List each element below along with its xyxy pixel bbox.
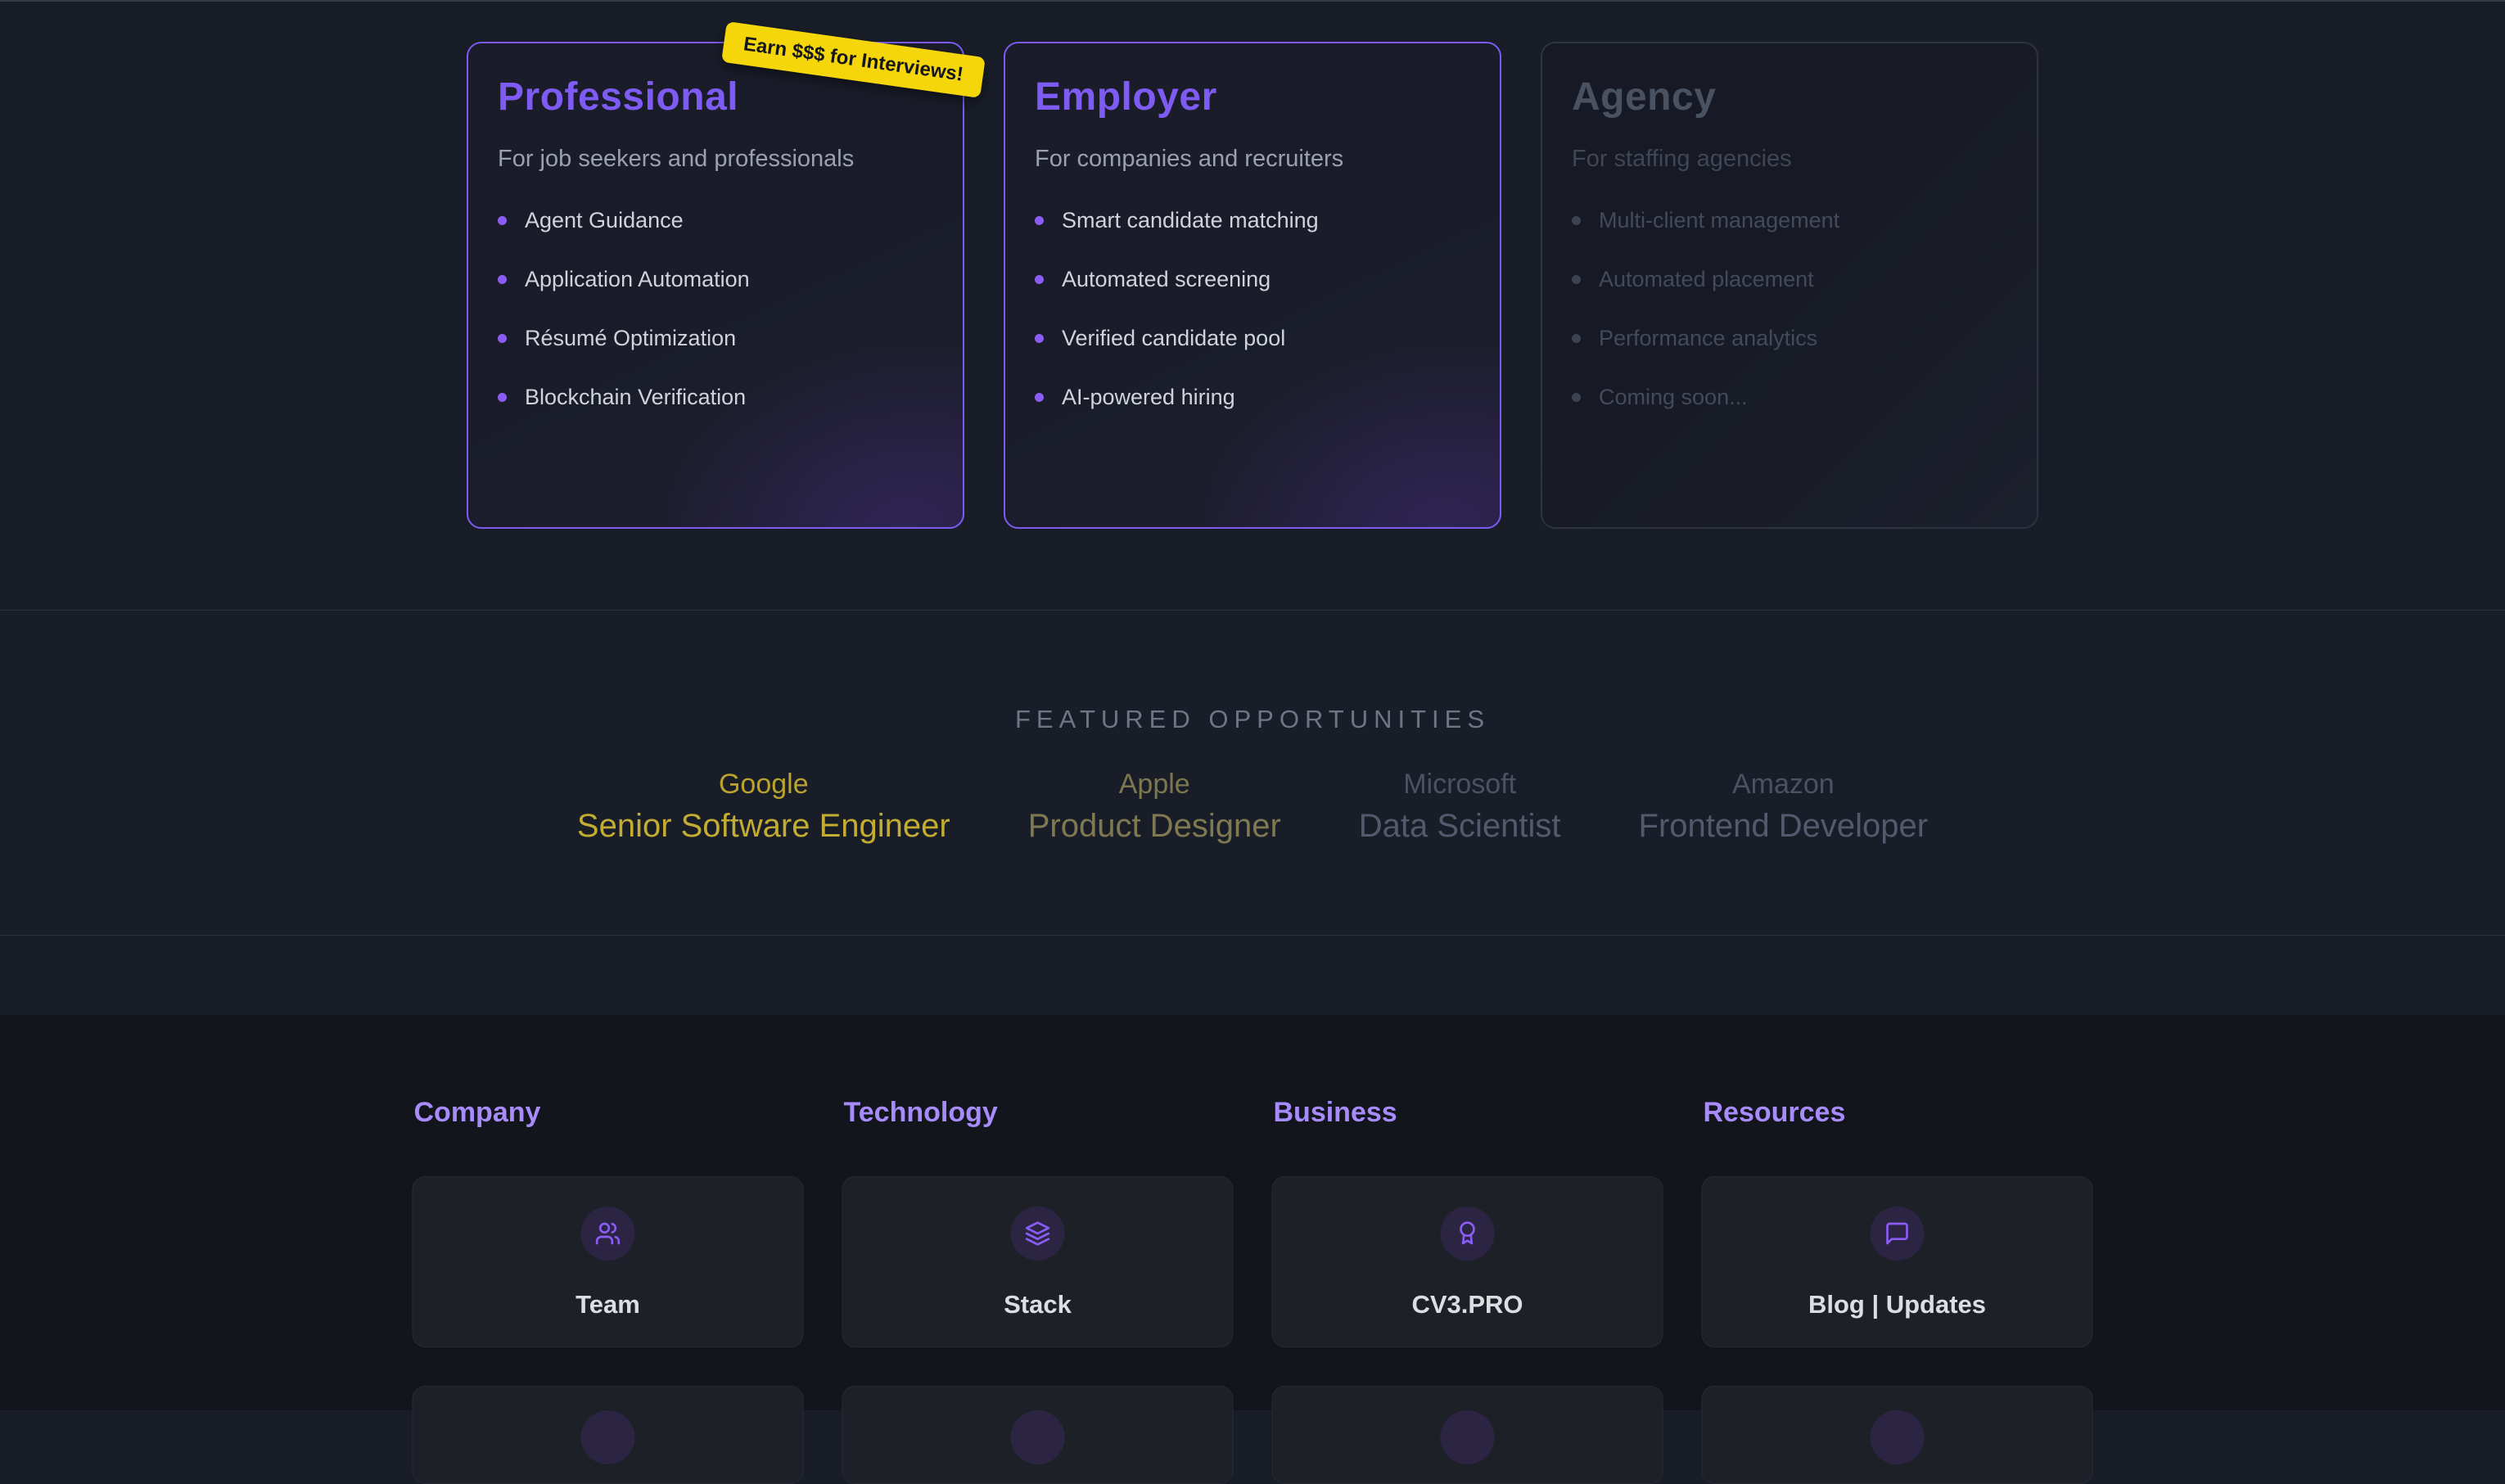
plan-feature-list: Smart candidate matching Automated scree…: [1035, 191, 1470, 426]
message-square-icon: [1871, 1207, 1925, 1261]
job-company: Amazon: [1639, 767, 1929, 802]
plan-cards-row: Professional For job seekers and profess…: [467, 42, 2038, 529]
plan-feature: Résumé Optimization: [498, 309, 933, 368]
featured-jobs-row: Google Senior Software Engineer Apple Pr…: [0, 767, 2505, 850]
job-company: Microsoft: [1359, 767, 1561, 802]
plan-subtitle: For companies and recruiters: [1035, 146, 1470, 173]
plan-subtitle: For staffing agencies: [1572, 146, 2007, 173]
plans-section: Professional For job seekers and profess…: [0, 0, 2505, 610]
plan-title: Agency: [1572, 74, 2007, 120]
featured-job-google[interactable]: Google Senior Software Engineer: [577, 767, 950, 850]
footer-card-team[interactable]: Team: [413, 1176, 804, 1347]
footer-card-label: Blog | Updates: [1703, 1290, 2092, 1319]
hidden-icon: [1011, 1410, 1065, 1464]
plan-feature: Blockchain Verification: [498, 368, 933, 426]
footer-card-cv3pro[interactable]: CV3.PRO: [1272, 1176, 1663, 1347]
bullet-dot-icon: [1035, 216, 1044, 225]
plan-subtitle: For job seekers and professionals: [498, 146, 933, 173]
footer-card-partial[interactable]: [413, 1386, 804, 1484]
bullet-dot-icon: [1572, 216, 1581, 225]
bullet-dot-icon: [498, 393, 507, 402]
footer-card-label: Team: [413, 1290, 803, 1319]
featured-heading: FEATURED OPPORTUNITIES: [0, 705, 2505, 734]
plan-feature: Application Automation: [498, 250, 933, 309]
bullet-dot-icon: [1572, 334, 1581, 343]
plan-card-employer[interactable]: Employer For companies and recruiters Sm…: [1004, 42, 1501, 529]
featured-job-microsoft[interactable]: Microsoft Data Scientist: [1359, 767, 1561, 850]
footer-col-business: Business CV3.PRO: [1272, 1097, 1663, 1484]
footer-card-partial[interactable]: [1272, 1386, 1663, 1484]
footer-card-label: Stack: [843, 1290, 1233, 1319]
plan-feature: Performance analytics: [1572, 309, 2007, 368]
plan-feature: Verified candidate pool: [1035, 309, 1470, 368]
footer-card-partial[interactable]: [1702, 1386, 2093, 1484]
footer-col-company: Company Team: [413, 1097, 804, 1484]
job-title: Frontend Developer: [1639, 802, 1929, 850]
footer-col-resources: Resources Blog | Updates: [1702, 1097, 2093, 1484]
plan-card-professional[interactable]: Professional For job seekers and profess…: [467, 42, 964, 529]
plan-feature: Agent Guidance: [498, 191, 933, 250]
plan-feature: Smart candidate matching: [1035, 191, 1470, 250]
footer-card-blog[interactable]: Blog | Updates: [1702, 1176, 2093, 1347]
plan-card-agency: Agency For staffing agencies Multi-clien…: [1541, 42, 2038, 529]
award-icon: [1441, 1207, 1495, 1261]
footer-heading: Technology: [844, 1097, 1234, 1129]
plan-feature: Automated placement: [1572, 250, 2007, 309]
footer-card-stack[interactable]: Stack: [842, 1176, 1234, 1347]
footer-heading: Company: [414, 1097, 804, 1129]
footer-card-partial[interactable]: [842, 1386, 1234, 1484]
plan-feature: AI-powered hiring: [1035, 368, 1470, 426]
featured-job-apple[interactable]: Apple Product Designer: [1028, 767, 1281, 850]
bullet-dot-icon: [1035, 334, 1044, 343]
bullet-dot-icon: [1035, 275, 1044, 284]
job-title: Data Scientist: [1359, 802, 1561, 850]
footer-heading: Resources: [1704, 1097, 2093, 1129]
plan-feature-list: Multi-client management Automated placem…: [1572, 191, 2007, 426]
plan-title: Employer: [1035, 74, 1470, 120]
job-title: Senior Software Engineer: [577, 802, 950, 850]
bullet-dot-icon: [498, 216, 507, 225]
featured-opportunities-section: FEATURED OPPORTUNITIES Google Senior Sof…: [0, 610, 2505, 936]
bullet-dot-icon: [1572, 393, 1581, 402]
footer-heading: Business: [1274, 1097, 1663, 1129]
layers-icon: [1011, 1207, 1065, 1261]
plan-feature: Coming soon...: [1572, 368, 2007, 426]
job-title: Product Designer: [1028, 802, 1281, 850]
plan-feature: Automated screening: [1035, 250, 1470, 309]
job-company: Apple: [1028, 767, 1281, 802]
bullet-dot-icon: [498, 275, 507, 284]
footer-card-label: CV3.PRO: [1273, 1290, 1663, 1319]
bullet-dot-icon: [1572, 275, 1581, 284]
bullet-dot-icon: [498, 334, 507, 343]
footer-grid: Company Team Technology Stack: [413, 1097, 2093, 1484]
users-icon: [581, 1207, 635, 1261]
hidden-icon: [1441, 1410, 1495, 1464]
hidden-icon: [581, 1410, 635, 1464]
bullet-dot-icon: [1035, 393, 1044, 402]
job-company: Google: [577, 767, 950, 802]
plan-feature-list: Agent Guidance Application Automation Ré…: [498, 191, 933, 426]
footer-col-technology: Technology Stack: [842, 1097, 1234, 1484]
footer: Company Team Technology Stack: [0, 1015, 2505, 1410]
hidden-icon: [1871, 1410, 1925, 1464]
featured-job-amazon[interactable]: Amazon Frontend Developer: [1639, 767, 1929, 850]
plan-feature: Multi-client management: [1572, 191, 2007, 250]
